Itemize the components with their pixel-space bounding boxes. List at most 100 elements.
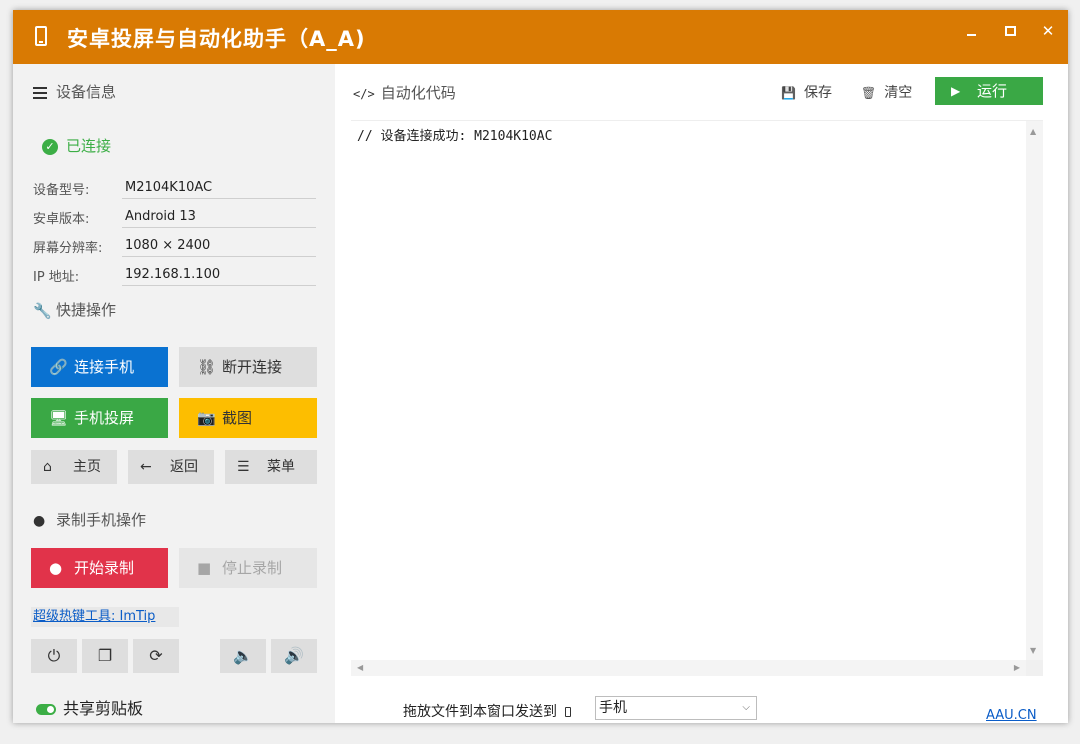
volume-up-icon: 🔊 (284, 646, 304, 665)
screenshot-label: 截图 (222, 409, 253, 427)
info-label: 设备型号: (33, 183, 90, 198)
info-value: 1080 × 2400 (122, 233, 316, 257)
horizontal-scrollbar[interactable]: ◀ ▶ (351, 660, 1026, 676)
connect-phone-label: 连接手机 (74, 358, 135, 376)
menu-icon: ☰ (237, 459, 250, 475)
link-icon: 🔗 (49, 358, 68, 376)
list-icon (33, 86, 47, 99)
run-label: 运行 (977, 82, 1008, 100)
info-row-ip: IP 地址: 192.168.1.100 (33, 262, 319, 288)
home-icon: ⌂ (43, 459, 52, 475)
save-icon: 💾 (781, 86, 796, 100)
info-value: M2104K10AC (122, 175, 316, 199)
screen-mirror-label: 手机投屏 (74, 409, 135, 427)
recording-heading: ● 录制手机操作 (33, 509, 146, 531)
record-dot-icon: ● (33, 512, 46, 529)
connection-status: ✓ 已连接 (42, 135, 111, 157)
scroll-down-icon[interactable]: ▼ (1030, 646, 1036, 655)
wrench-icon: 🔧 (33, 301, 52, 320)
clear-label: 清空 (884, 85, 913, 101)
home-button[interactable]: ⌂ 主页 (31, 450, 117, 484)
stop-icon: ■ (197, 559, 212, 577)
clipboard-toggle[interactable] (36, 704, 56, 715)
start-recording-label: 开始录制 (74, 559, 135, 577)
arrow-left-icon: ← (140, 459, 152, 475)
check-circle-icon: ✓ (42, 138, 58, 155)
menu-button[interactable]: ☰ 菜单 (225, 450, 317, 484)
app-window: 安卓投屏与自动化助手（A_A) ✕ 设备信息 ✓ 已连接 设备型号: M2104K… (13, 10, 1068, 723)
device-info-heading: 设备信息 (33, 81, 116, 103)
info-row-resolution: 屏幕分辨率: 1080 × 2400 (33, 233, 319, 259)
code-editor[interactable]: // 设备连接成功: M2104K10AC ▲ ▼ ◀ ▶ (351, 120, 1043, 676)
phone-icon (35, 26, 47, 46)
disconnect-button[interactable]: ⛓ 断开连接 (179, 347, 317, 387)
power-icon: ⏻ (47, 646, 61, 665)
minimize-icon (966, 34, 976, 36)
monitor-icon: 🖥 (49, 409, 69, 427)
play-icon: ▶ (951, 84, 961, 98)
code-icon: </> (353, 87, 375, 101)
phone-small-icon (565, 707, 571, 717)
clipboard-share-row: 共享剪贴板 (36, 698, 143, 720)
target-device-value: 手机 (599, 700, 627, 716)
volume-down-button[interactable]: 🔈 (220, 639, 266, 673)
scroll-right-icon[interactable]: ▶ (1014, 663, 1020, 672)
volume-down-icon: 🔈 (233, 646, 253, 665)
connect-phone-button[interactable]: 🔗 连接手机 (31, 347, 168, 387)
rotate-button[interactable]: ⟳ (133, 639, 179, 673)
info-value: 192.168.1.100 (122, 262, 316, 286)
title-bar: 安卓投屏与自动化助手（A_A) ✕ (13, 10, 1068, 64)
vertical-scrollbar[interactable]: ▲ ▼ (1026, 121, 1043, 661)
recording-heading-text: 录制手机操作 (56, 511, 147, 529)
clear-button[interactable]: 🗑 清空 (861, 82, 912, 104)
copy-button[interactable]: ❐ (82, 639, 128, 673)
close-button[interactable]: ✕ (1036, 20, 1060, 42)
record-icon: ● (49, 559, 63, 577)
maximize-icon (1004, 26, 1016, 36)
target-device-select[interactable]: 手机 ⌵ (595, 696, 757, 720)
info-label: IP 地址: (33, 270, 80, 285)
save-button[interactable]: 💾 保存 (781, 82, 832, 104)
main-panel: </> 自动化代码 💾 保存 🗑 清空 ▶ 运行 // 设备连接成功: M2104K10… (335, 64, 1068, 723)
scroll-up-icon[interactable]: ▲ (1030, 127, 1036, 136)
screenshot-button[interactable]: 📷 截图 (179, 398, 317, 438)
hotkey-tool-link[interactable]: 超级热键工具: ImTip (33, 609, 155, 624)
code-heading: </> 自动化代码 (353, 82, 456, 103)
back-label: 返回 (170, 459, 198, 475)
drop-target-text: 拖放文件到本窗口发送到 (403, 704, 557, 720)
sidebar: 设备信息 ✓ 已连接 设备型号: M2104K10AC 安卓版本: Android… (13, 64, 335, 723)
maximize-button[interactable] (998, 20, 1022, 42)
home-label: 主页 (73, 459, 101, 475)
stop-recording-label: 停止录制 (222, 559, 283, 577)
copy-icon: ❐ (97, 646, 113, 665)
volume-up-button[interactable]: 🔊 (271, 639, 317, 673)
quick-actions-heading-text: 快捷操作 (56, 301, 117, 319)
menu-label: 菜单 (267, 459, 295, 475)
scrollbar-corner (1026, 660, 1043, 676)
info-row-model: 设备型号: M2104K10AC (33, 175, 319, 201)
trash-icon: 🗑 (861, 86, 877, 100)
unlink-icon: ⛓ (197, 358, 217, 376)
quick-actions-heading: 🔧 快捷操作 (33, 299, 116, 321)
screen-mirror-button[interactable]: 🖥 手机投屏 (31, 398, 168, 438)
aau-site-link[interactable]: AAU.CN (986, 708, 1037, 723)
minimize-button[interactable] (959, 20, 983, 42)
window-title: 安卓投屏与自动化助手（A_A) (67, 27, 366, 51)
run-button[interactable]: ▶ 运行 (935, 77, 1043, 105)
info-row-android-version: 安卓版本: Android 13 (33, 204, 319, 230)
refresh-icon: ⟳ (149, 646, 163, 665)
chevron-down-icon: ⌵ (742, 702, 750, 713)
hotkey-tool-bar: 超级热键工具: ImTip (31, 607, 179, 627)
info-value: Android 13 (122, 204, 316, 228)
scroll-left-icon[interactable]: ◀ (357, 663, 363, 672)
drop-target-label: 拖放文件到本窗口发送到 (403, 701, 571, 721)
info-label: 屏幕分辨率: (33, 241, 103, 256)
clipboard-label: 共享剪贴板 (63, 699, 144, 718)
code-content[interactable]: // 设备连接成功: M2104K10AC (357, 125, 552, 144)
back-button[interactable]: ← 返回 (128, 450, 214, 484)
start-recording-button[interactable]: ● 开始录制 (31, 548, 168, 588)
power-button[interactable]: ⏻ (31, 639, 77, 673)
stop-recording-button[interactable]: ■ 停止录制 (179, 548, 317, 588)
info-label: 安卓版本: (33, 212, 90, 227)
code-heading-text: 自动化代码 (380, 84, 456, 102)
